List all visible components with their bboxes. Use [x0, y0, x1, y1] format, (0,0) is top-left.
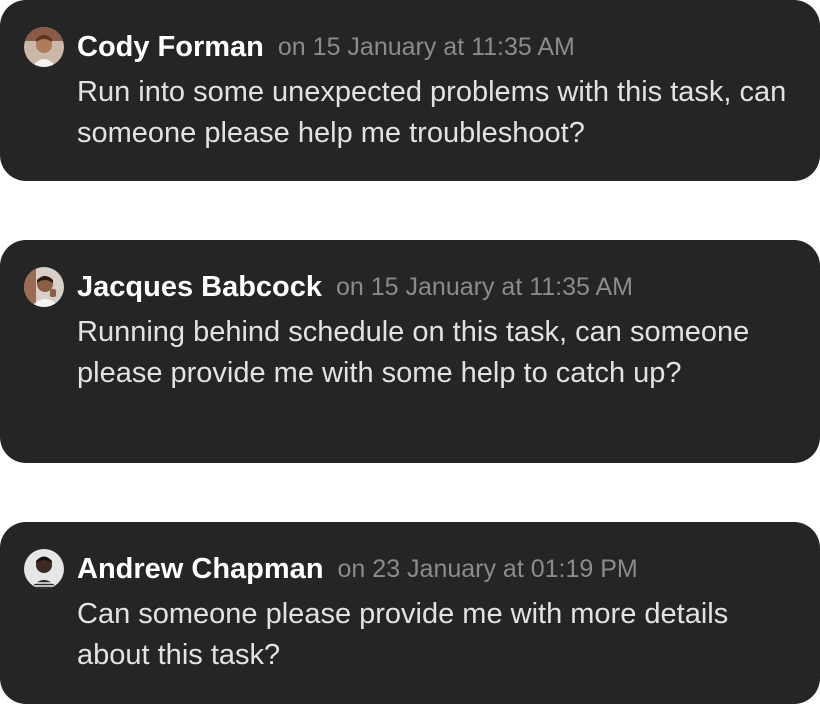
comment-timestamp: on 23 January at 01:19 PM — [337, 554, 638, 583]
comment-text: Running behind schedule on this task, ca… — [77, 316, 750, 389]
avatar[interactable] — [24, 267, 64, 307]
comment-text: Can someone please provide me with more … — [77, 598, 729, 671]
comment-card: Jacques Babcock on 15 January at 11:35 A… — [0, 240, 820, 463]
comment-header: Andrew Chapman on 23 January at 01:19 PM — [24, 546, 800, 592]
user-avatar-icon — [24, 27, 64, 67]
comment-header: Jacques Babcock on 15 January at 11:35 A… — [24, 264, 800, 310]
comment-timestamp: on 15 January at 11:35 AM — [277, 32, 575, 61]
user-avatar-icon — [24, 267, 64, 307]
author-name[interactable]: Andrew Chapman — [77, 553, 324, 586]
comment-header: Cody Forman on 15 January at 11:35 AM — [24, 24, 800, 70]
comment-card: Andrew Chapman on 23 January at 01:19 PM… — [0, 522, 820, 704]
user-avatar-icon — [24, 549, 64, 589]
author-name[interactable]: Jacques Babcock — [77, 271, 322, 304]
comment-card: Cody Forman on 15 January at 11:35 AM Ru… — [0, 0, 820, 181]
comment-text: Run into some unexpected problems with t… — [77, 76, 787, 149]
avatar[interactable] — [24, 549, 64, 589]
author-name[interactable]: Cody Forman — [77, 31, 264, 64]
avatar[interactable] — [24, 27, 64, 67]
comment-timestamp: on 15 January at 11:35 AM — [336, 272, 633, 301]
